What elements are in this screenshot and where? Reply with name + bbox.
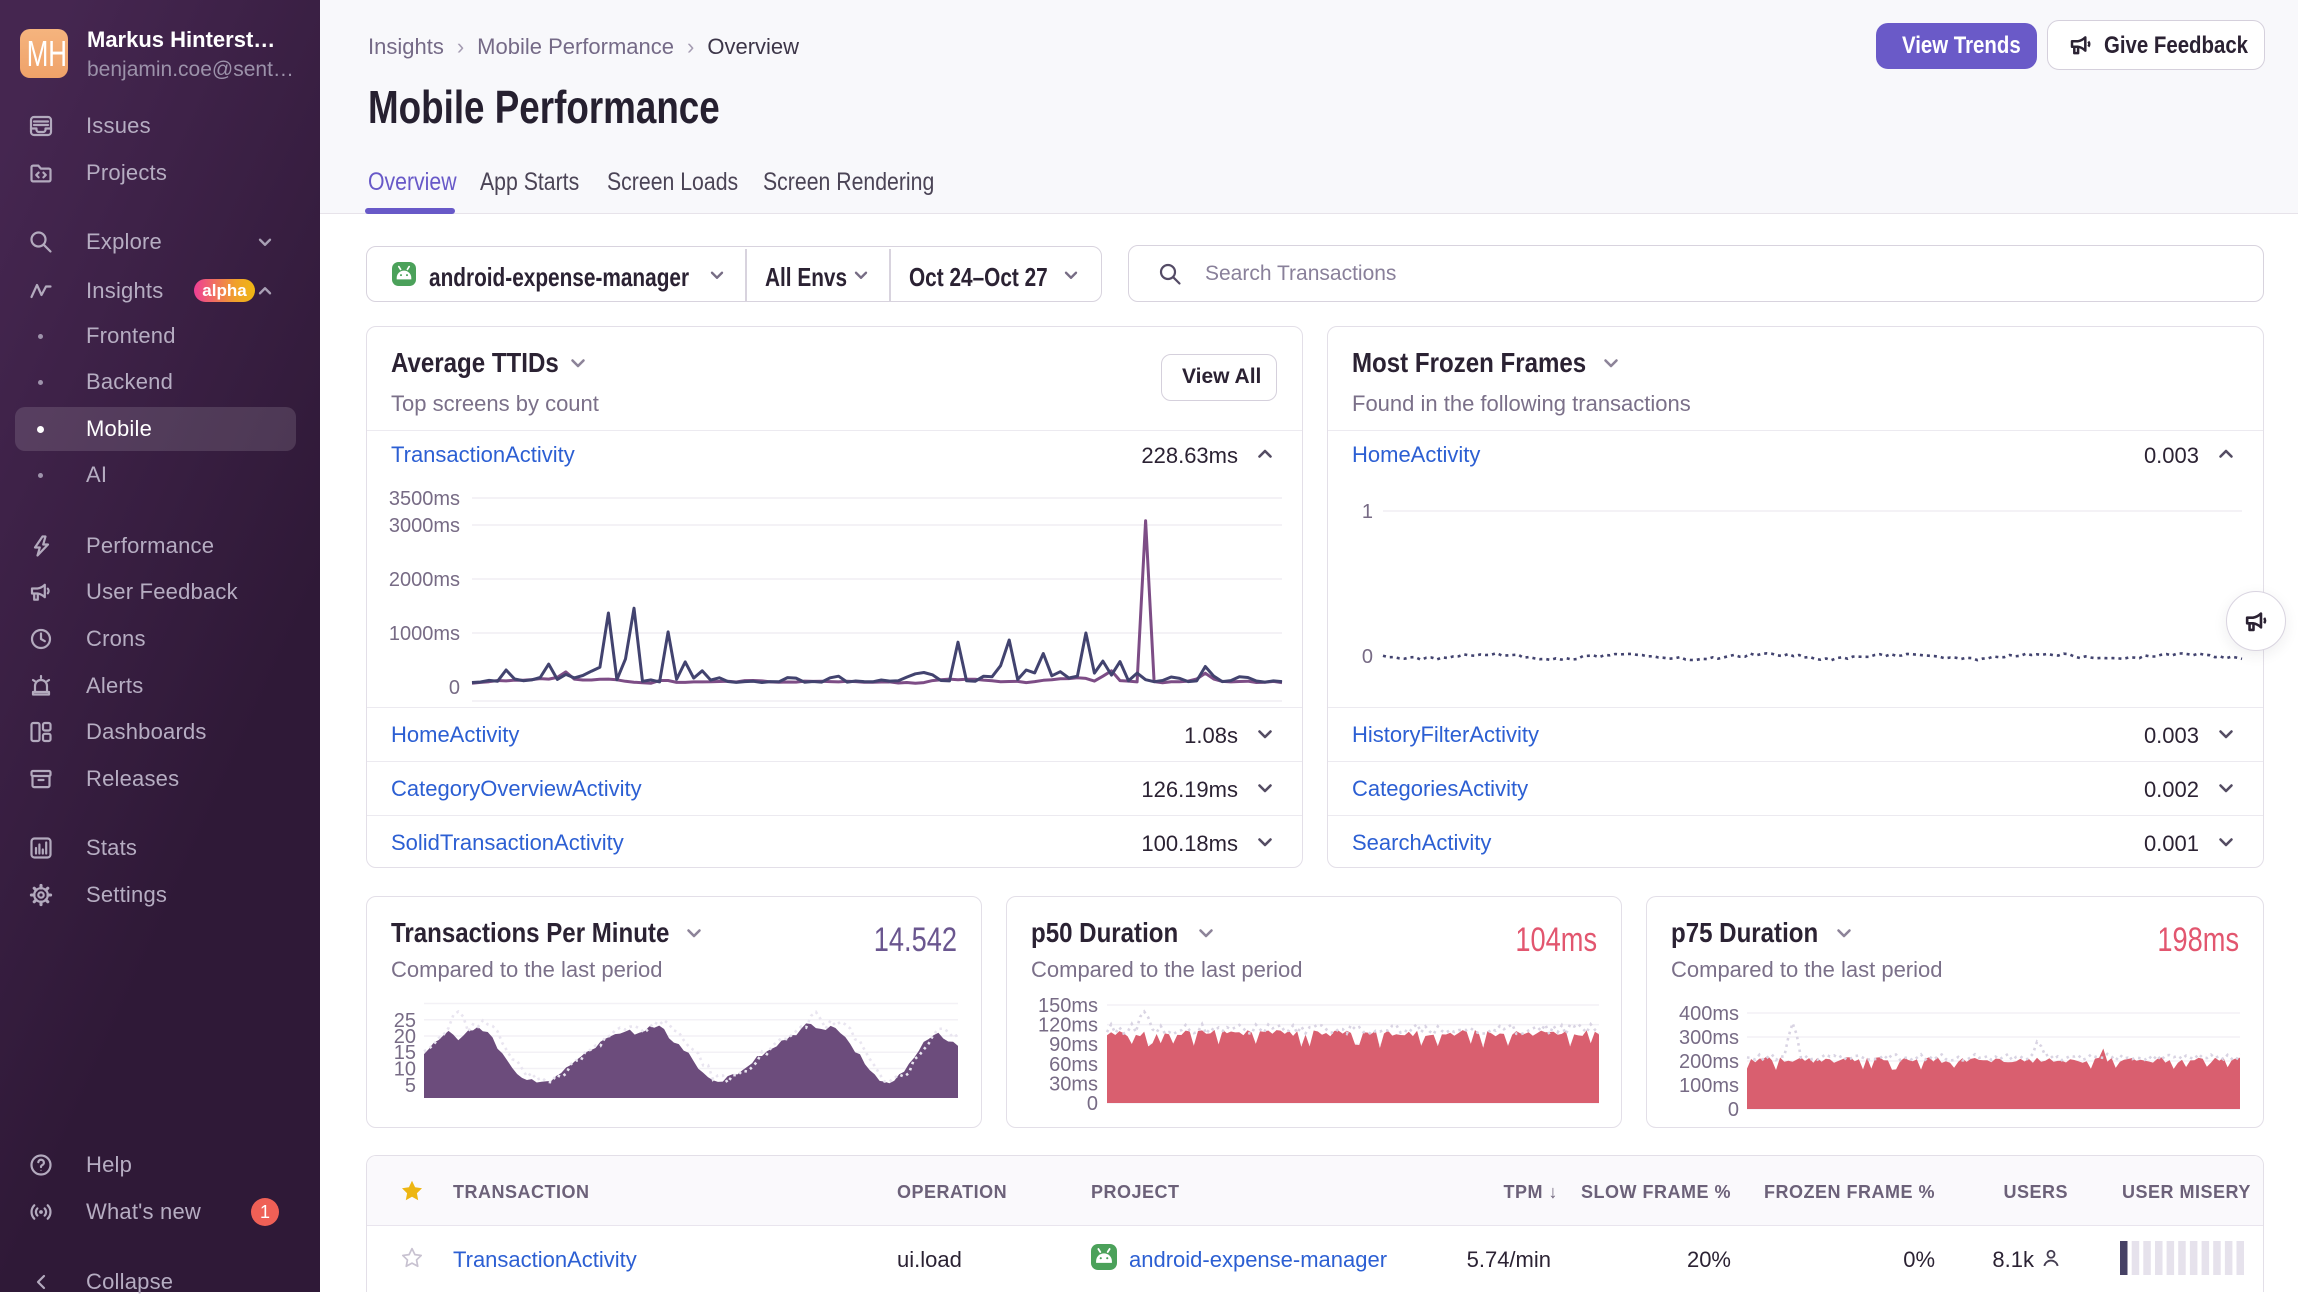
svg-text:5: 5 bbox=[405, 1075, 416, 1097]
svg-text:1: 1 bbox=[1362, 501, 1373, 523]
svg-text:300ms: 300ms bbox=[1679, 1027, 1739, 1049]
svg-text:100ms: 100ms bbox=[1679, 1075, 1739, 1097]
svg-text:3500ms: 3500ms bbox=[389, 488, 460, 510]
svg-text:2000ms: 2000ms bbox=[389, 569, 460, 591]
svg-text:0: 0 bbox=[1087, 1093, 1098, 1115]
svg-text:200ms: 200ms bbox=[1679, 1051, 1739, 1073]
svg-text:3000ms: 3000ms bbox=[389, 515, 460, 537]
svg-text:0: 0 bbox=[1728, 1099, 1739, 1121]
svg-text:1000ms: 1000ms bbox=[389, 623, 460, 645]
svg-text:0: 0 bbox=[449, 677, 460, 699]
svg-text:0: 0 bbox=[1362, 646, 1373, 668]
svg-text:400ms: 400ms bbox=[1679, 1003, 1739, 1025]
